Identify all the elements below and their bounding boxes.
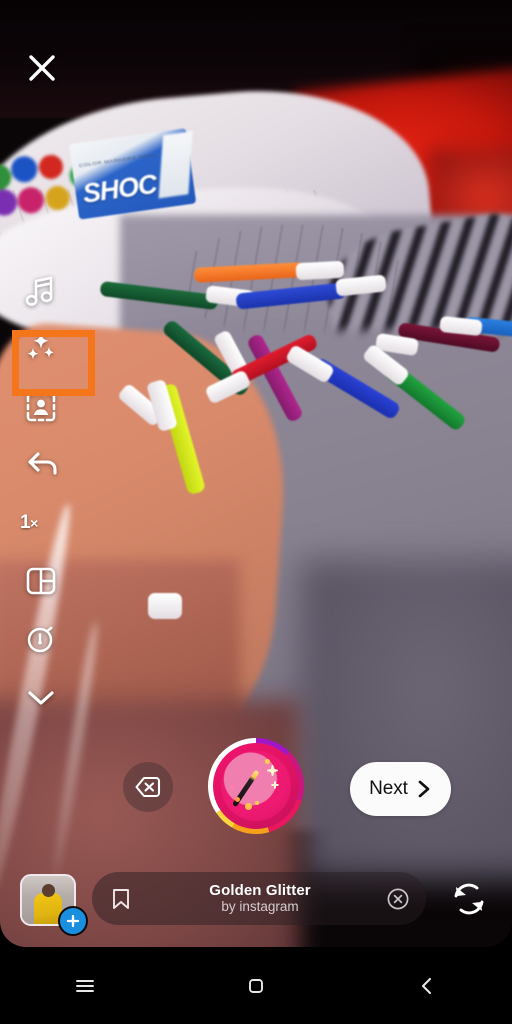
gallery-thumbnail-button[interactable] <box>20 874 88 936</box>
sidebar-item-back[interactable] <box>0 436 96 494</box>
close-x-icon <box>29 55 55 81</box>
timer-icon <box>27 626 53 653</box>
sidebar-item-avatar[interactable] <box>0 378 96 436</box>
chevron-down-icon <box>28 691 54 705</box>
product-brand: SHOC <box>80 168 159 209</box>
sidebar-item-layout[interactable] <box>0 552 96 610</box>
shutter-button[interactable] <box>208 738 304 834</box>
android-navigation-bar <box>0 947 512 1024</box>
close-circle-icon <box>387 888 409 909</box>
back-arrow-icon <box>28 452 57 475</box>
phone-screen: COLOR MARKERS PENS SHOC 1× Next Golden G… <box>0 0 512 1024</box>
menu-recents-icon <box>76 979 95 992</box>
effect-text: Golden Glitter by instagram <box>150 881 370 915</box>
remove-effect-button[interactable] <box>370 887 426 911</box>
close-button[interactable] <box>20 46 64 90</box>
bookmark-icon <box>113 888 129 909</box>
chevron-right-icon <box>418 780 430 798</box>
tool-rail: 1× <box>0 262 96 726</box>
person-frame-icon <box>26 392 56 422</box>
product-tagline: COLOR MARKERS PENS <box>78 152 157 169</box>
camera-flip-icon <box>454 883 484 915</box>
chevron-left-icon <box>421 977 431 994</box>
delete-clip-button[interactable] <box>123 762 173 812</box>
nav-home-button[interactable] <box>221 961 291 1011</box>
sidebar-item-speed[interactable]: 1× <box>0 494 96 552</box>
sidebar-item-effects[interactable] <box>0 320 96 378</box>
add-to-story-button[interactable] <box>58 906 88 936</box>
next-button[interactable]: Next <box>350 762 451 816</box>
save-effect-button[interactable] <box>92 887 150 911</box>
camera-viewport[interactable]: COLOR MARKERS PENS SHOC 1× Next Golden G… <box>0 0 512 947</box>
home-square-icon <box>249 978 263 993</box>
effect-title: Golden Glitter <box>209 881 311 899</box>
sidebar-item-timer[interactable] <box>0 610 96 668</box>
backspace-delete-icon <box>135 776 161 798</box>
plus-icon <box>66 914 80 928</box>
flip-camera-button[interactable] <box>444 874 494 924</box>
music-note-icon <box>25 276 53 306</box>
effect-author: by instagram <box>221 898 299 914</box>
nav-back-button[interactable] <box>392 961 462 1011</box>
speed-value: 1× <box>20 512 38 533</box>
sparkles-icon <box>27 333 54 360</box>
effect-thumbnail <box>221 751 291 821</box>
effect-info-pill[interactable]: Golden Glitter by instagram <box>92 872 426 925</box>
next-button-label: Next <box>369 778 408 799</box>
nav-recents-button[interactable] <box>50 961 120 1011</box>
sidebar-item-music[interactable] <box>0 262 96 320</box>
layout-grid-icon <box>26 567 56 595</box>
sidebar-item-more[interactable] <box>0 668 96 726</box>
